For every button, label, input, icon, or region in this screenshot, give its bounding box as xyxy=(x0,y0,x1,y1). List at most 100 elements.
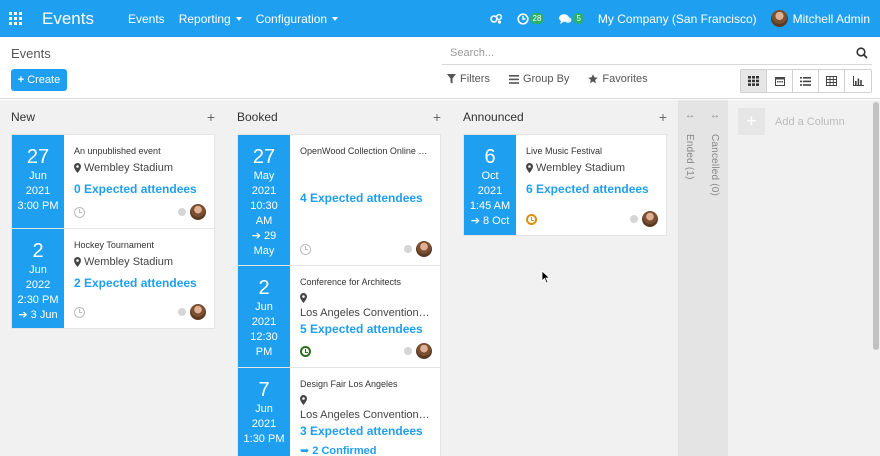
view-switcher xyxy=(740,69,872,93)
messages-badge: 5 xyxy=(573,13,584,24)
search-icon[interactable] xyxy=(856,47,868,62)
scrollbar-thumb[interactable] xyxy=(873,102,879,350)
menu-events[interactable]: Events xyxy=(128,12,165,26)
event-end-date: ➔ 8 Oct xyxy=(470,215,510,227)
activity-clock-icon[interactable]: 28 xyxy=(516,12,545,25)
company-switcher[interactable]: My Company (San Francisco) xyxy=(598,12,757,26)
column-header: Booked + xyxy=(237,100,441,134)
event-name: Hockey Tournament xyxy=(74,240,154,250)
map-marker-icon xyxy=(74,257,81,267)
event-card[interactable]: 7 Jun 2021 1:30 PM Design Fair Los Angel… xyxy=(237,367,441,456)
add-column-label: Add a Column xyxy=(775,115,845,128)
activity-clock-icon[interactable] xyxy=(74,206,85,218)
kanban-column-booked: Booked + 27 May 2021 10:30 AM ➔ 29 May O… xyxy=(237,100,441,456)
activity-badge: 28 xyxy=(529,13,545,24)
list-icon xyxy=(800,76,811,86)
event-card[interactable]: 2 Jun 2021 12:30 PM Conference for Archi… xyxy=(237,265,441,368)
expected-attendees-link[interactable]: 2 Expected attendees xyxy=(74,276,208,290)
pivot-icon xyxy=(826,76,837,86)
create-button[interactable]: + Create xyxy=(11,69,67,91)
user-menu[interactable]: Mitchell Admin xyxy=(770,10,870,27)
event-location: Wembley Stadium xyxy=(74,162,208,174)
expected-attendees-link[interactable]: 5 Expected attendees xyxy=(300,322,434,336)
star-icon xyxy=(588,74,599,84)
kanban-state-dot[interactable] xyxy=(178,308,186,316)
map-marker-icon xyxy=(300,395,307,405)
event-location-name: Los Angeles Convention Center xyxy=(300,307,432,319)
folded-column-title: Cancelled (0) xyxy=(709,134,720,197)
column-header: Announced + xyxy=(463,100,667,134)
event-card[interactable]: 6 Oct 2021 1:45 AM ➔ 8 Oct Live Music Fe… xyxy=(463,134,667,236)
event-date-block: 2 Jun 2022 2:30 PM ➔ 3 Jun xyxy=(12,229,64,328)
event-name: Design Fair Los Angeles xyxy=(300,379,398,389)
column-title: Announced xyxy=(463,110,524,124)
event-card[interactable]: 2 Jun 2022 2:30 PM ➔ 3 Jun Hockey Tourna… xyxy=(11,228,215,329)
activity-clock-icon[interactable] xyxy=(300,345,311,357)
event-card[interactable]: 27 Jun 2021 3:00 PM An unpublished event… xyxy=(11,134,215,229)
group-by-button[interactable]: Group By xyxy=(508,73,569,85)
quick-create-plus-icon[interactable]: + xyxy=(659,109,667,125)
activity-clock-icon[interactable] xyxy=(526,213,537,225)
expand-arrows-icon: ↔ xyxy=(685,110,695,121)
pivot-view-button[interactable] xyxy=(819,70,845,92)
event-card[interactable]: 27 May 2021 10:30 AM ➔ 29 May OpenWood C… xyxy=(237,134,441,266)
add-column-button[interactable]: + Add a Column xyxy=(738,108,845,135)
plus-icon: + xyxy=(738,108,765,135)
chevron-down-icon xyxy=(235,16,242,21)
plus-icon: + xyxy=(17,74,25,86)
expected-attendees-link[interactable]: 0 Expected attendees xyxy=(74,182,208,196)
column-title: New xyxy=(11,110,36,124)
mouse-cursor-icon xyxy=(541,270,551,284)
messages-chat-icon[interactable]: 5 xyxy=(558,13,584,25)
menu-configuration[interactable]: Configuration xyxy=(256,12,339,26)
map-marker-icon xyxy=(526,163,533,173)
kanban-state-dot[interactable] xyxy=(404,245,412,253)
expand-arrows-icon: ↔ xyxy=(710,110,720,121)
menu-reporting[interactable]: Reporting xyxy=(179,12,242,26)
folded-column-title: Ended (1) xyxy=(684,134,695,180)
avatar xyxy=(770,10,788,27)
filter-icon xyxy=(447,74,456,84)
debug-bug-icon[interactable] xyxy=(489,13,503,25)
kanban-board: New + 27 Jun 2021 3:00 PM An unpublished… xyxy=(0,100,871,456)
kanban-view-button[interactable] xyxy=(741,70,767,92)
event-date-block: 2 Jun 2021 12:30 PM xyxy=(238,266,290,367)
folded-column-ended[interactable]: ↔ Ended (1) xyxy=(678,100,703,456)
top-navbar: Events Events Reporting Configuration 28… xyxy=(0,0,880,37)
event-name: An unpublished event xyxy=(74,146,161,156)
activity-clock-icon[interactable] xyxy=(74,306,85,318)
vertical-scrollbar[interactable] xyxy=(871,100,880,456)
user-name: Mitchell Admin xyxy=(792,11,870,26)
confirmed-attendees-link[interactable]: ➥ 2 Confirmed xyxy=(300,444,434,456)
apps-menu-icon[interactable] xyxy=(0,0,31,37)
avatar xyxy=(190,304,206,320)
breadcrumb: Events xyxy=(11,46,51,61)
favorites-button[interactable]: Favorites xyxy=(588,73,648,85)
kanban-icon xyxy=(748,76,759,86)
graph-view-button[interactable] xyxy=(845,70,871,92)
control-panel: Events + Create Filters Group By Favorit… xyxy=(0,37,880,99)
quick-create-plus-icon[interactable]: + xyxy=(207,109,215,125)
filters-button[interactable]: Filters xyxy=(447,73,490,85)
folded-column-cancelled[interactable]: ↔ Cancelled (0) xyxy=(703,100,728,456)
kanban-state-dot[interactable] xyxy=(630,215,638,223)
quick-create-plus-icon[interactable]: + xyxy=(433,109,441,125)
expected-attendees-link[interactable]: 3 Expected attendees xyxy=(300,424,434,438)
avatar xyxy=(416,241,432,257)
event-location-name: Los Angeles Convention Center xyxy=(300,409,432,421)
event-location: Wembley Stadium xyxy=(74,256,208,268)
calendar-view-button[interactable] xyxy=(767,70,793,92)
kanban-state-dot[interactable] xyxy=(404,347,412,355)
expected-attendees-link[interactable]: 6 Expected attendees xyxy=(526,182,660,196)
kanban-state-dot[interactable] xyxy=(178,208,186,216)
avatar xyxy=(190,204,206,220)
search-input[interactable] xyxy=(442,43,842,63)
event-end-date: ➔ 3 Jun xyxy=(18,309,58,321)
search-options: Filters Group By Favorites xyxy=(447,73,667,85)
activity-clock-icon[interactable] xyxy=(300,243,311,255)
event-location xyxy=(300,293,434,303)
column-title: Booked xyxy=(237,110,278,124)
avatar xyxy=(642,211,658,227)
expected-attendees-link[interactable]: 4 Expected attendees xyxy=(300,191,434,205)
list-view-button[interactable] xyxy=(793,70,819,92)
